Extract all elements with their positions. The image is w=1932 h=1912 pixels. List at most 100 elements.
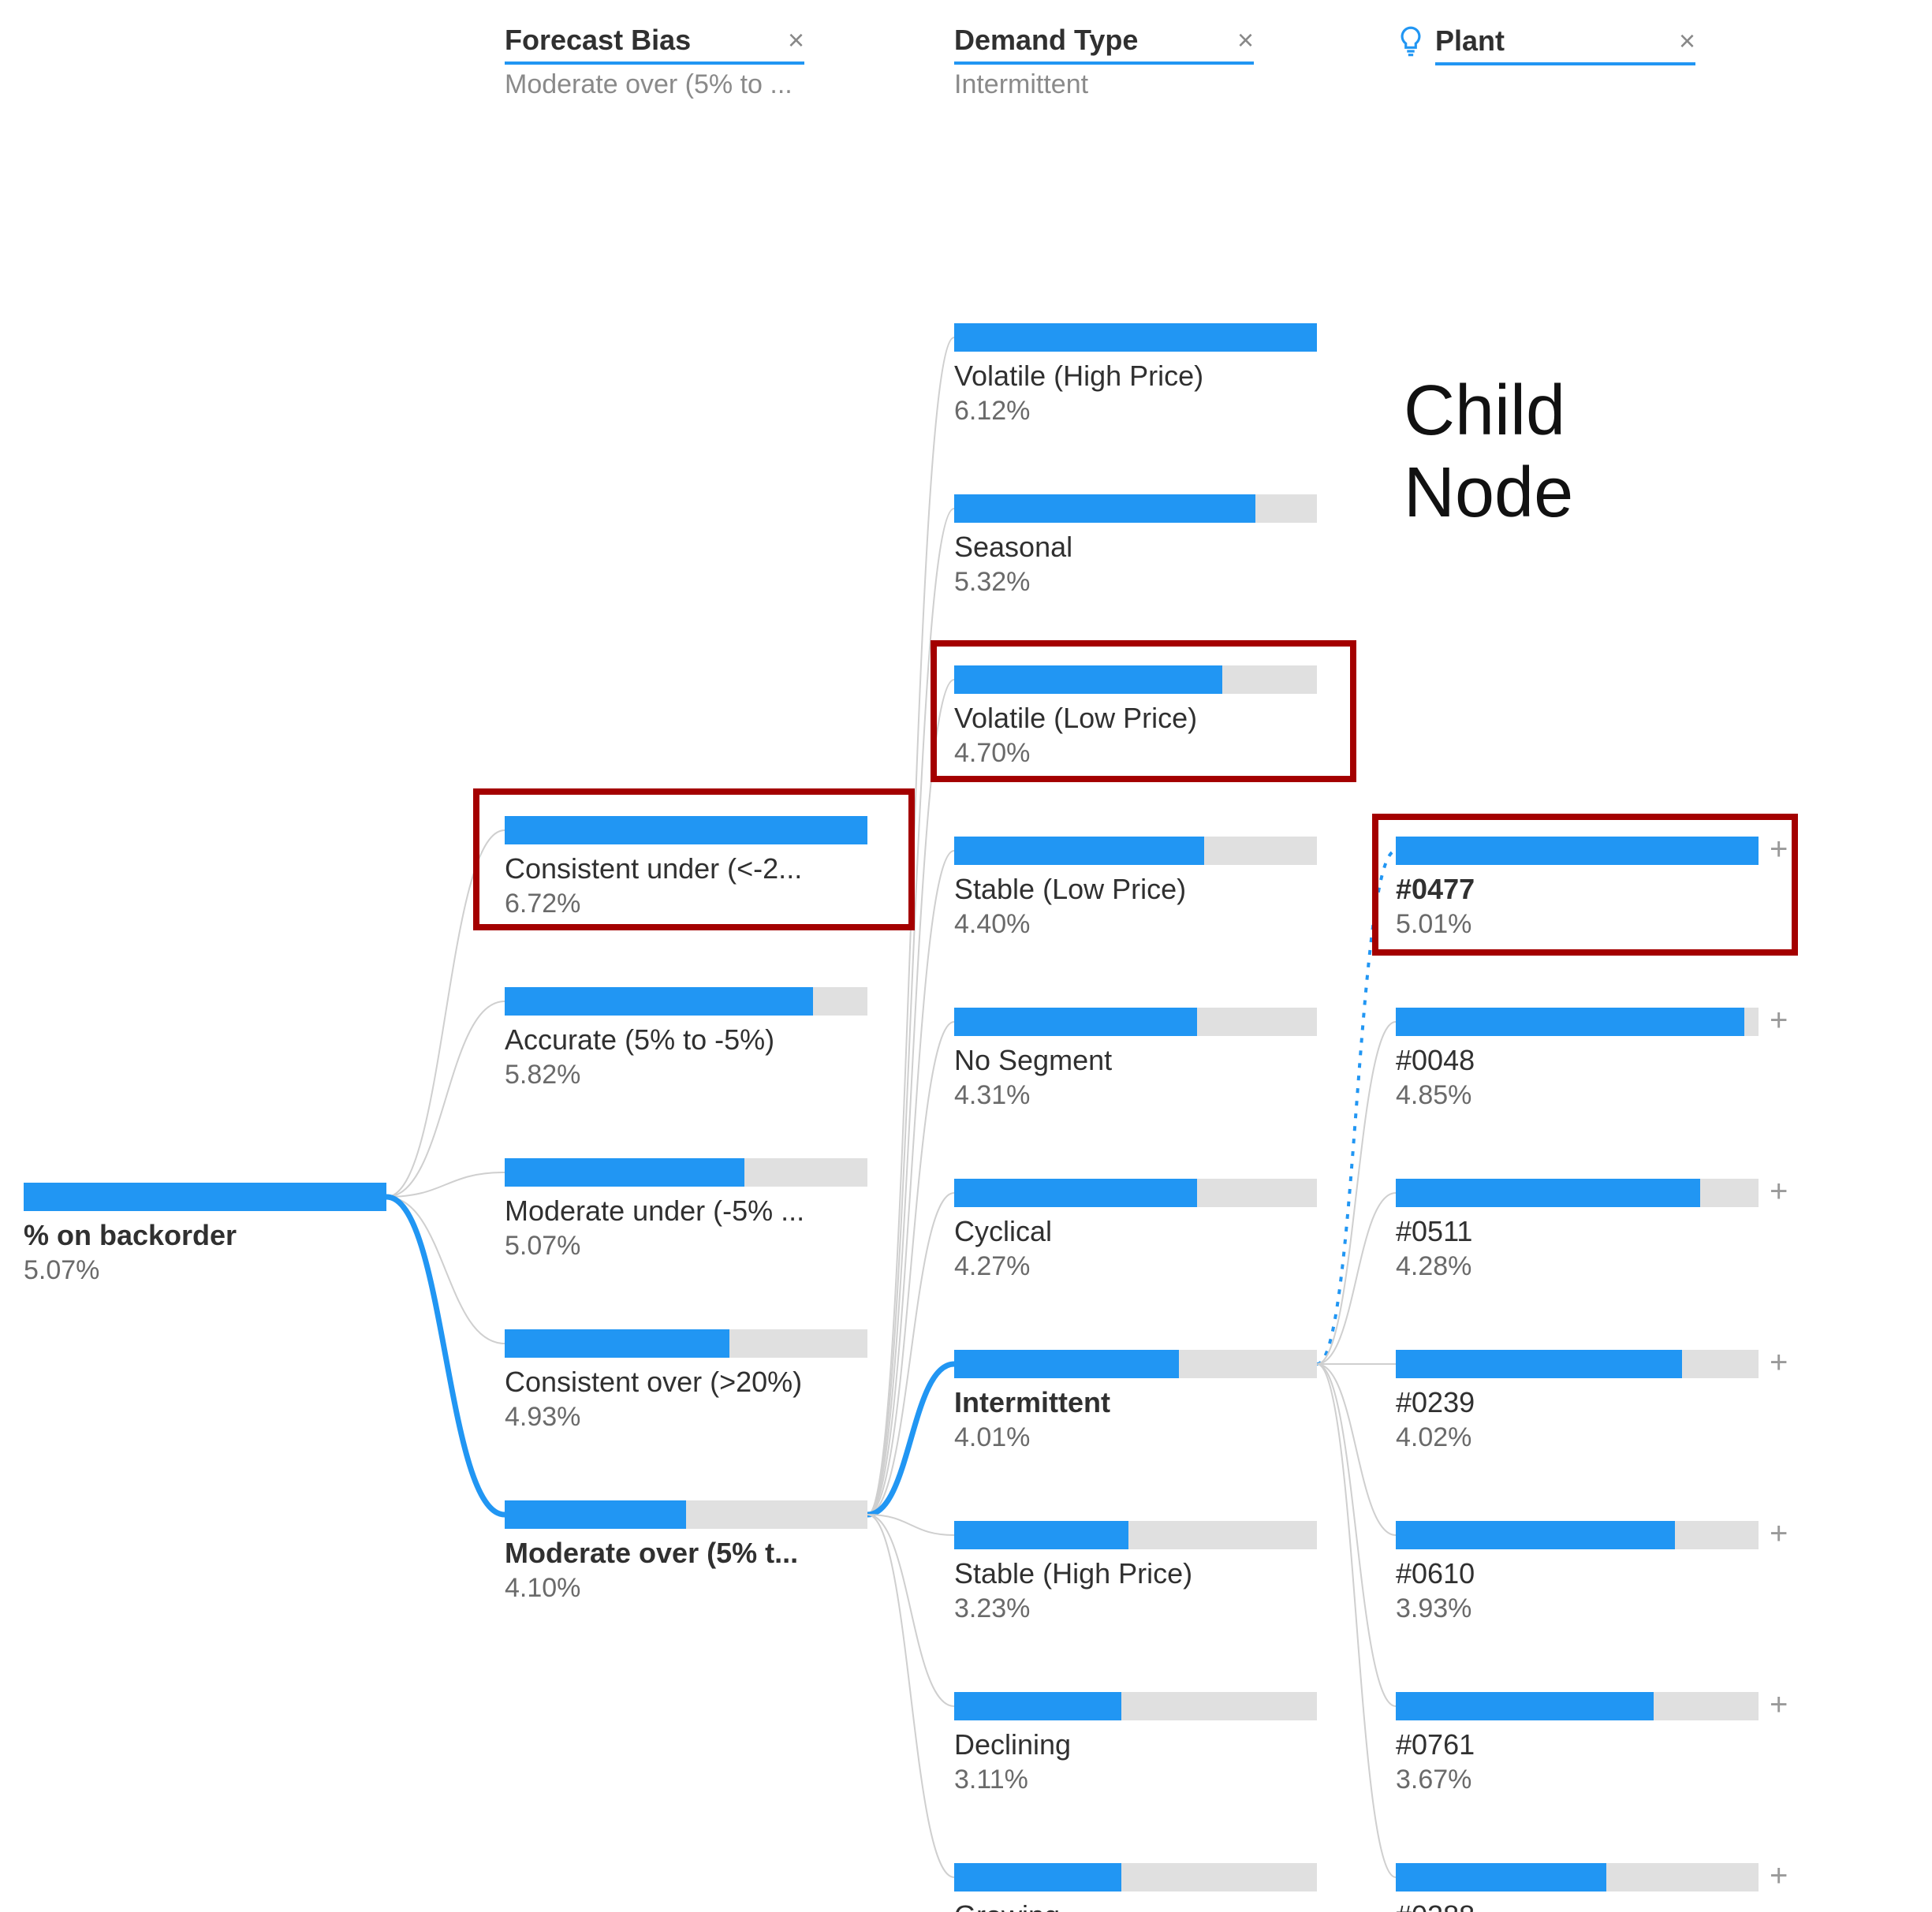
close-icon[interactable]: × (788, 26, 804, 54)
expand-icon[interactable]: + (1770, 1004, 1788, 1036)
node-bar (954, 665, 1317, 694)
node-bar-fill (505, 987, 813, 1016)
node-bar-fill (954, 323, 1317, 352)
node-value: 4.85% (1396, 1080, 1759, 1111)
node-label: Seasonal (954, 531, 1317, 564)
node-value: 3.23% (954, 1593, 1317, 1624)
tree-node[interactable]: Intermittent4.01% (954, 1350, 1317, 1453)
connector-line (867, 851, 954, 1515)
column-header-demand_type: Demand Type × Intermittent (954, 24, 1254, 100)
connector-line (1317, 1022, 1396, 1364)
connector-line (867, 337, 954, 1515)
connector-line (867, 1022, 954, 1515)
node-label: #0239 (1396, 1386, 1759, 1419)
node-bar (505, 1158, 867, 1187)
node-label: Growing (954, 1899, 1317, 1912)
tree-node[interactable]: Stable (High Price)3.23% (954, 1521, 1317, 1624)
tree-node[interactable]: Accurate (5% to -5%)5.82% (505, 987, 867, 1090)
node-bar (954, 1521, 1317, 1549)
node-bar (1396, 1863, 1759, 1892)
node-value: 4.40% (954, 909, 1317, 940)
tree-node[interactable]: Consistent over (>20%)4.93% (505, 1329, 867, 1433)
lightbulb-icon (1396, 25, 1426, 65)
node-bar-fill (954, 665, 1222, 694)
node-label: #0511 (1396, 1215, 1759, 1248)
tree-node[interactable]: #06103.93% (1396, 1521, 1759, 1624)
connector-line (867, 680, 954, 1515)
tree-node[interactable]: % on backorder5.07% (24, 1183, 386, 1286)
node-bar-fill (1396, 1692, 1654, 1720)
node-value: 5.82% (505, 1060, 867, 1090)
tree-node[interactable]: #02394.02% (1396, 1350, 1759, 1453)
tree-node[interactable]: Growing3.08% (954, 1863, 1317, 1912)
expand-icon[interactable]: + (1770, 1860, 1788, 1892)
node-label: #0477 (1396, 873, 1759, 906)
node-bar-fill (505, 1500, 686, 1529)
node-label: Volatile (Low Price) (954, 702, 1317, 735)
node-bar-fill (505, 1158, 744, 1187)
node-label: #0610 (1396, 1557, 1759, 1590)
tree-node[interactable]: Moderate over (5% t...4.10% (505, 1500, 867, 1604)
node-bar (954, 323, 1317, 352)
node-label: Accurate (5% to -5%) (505, 1023, 867, 1057)
tree-node[interactable]: Seasonal5.32% (954, 494, 1317, 598)
tree-node[interactable]: Stable (Low Price)4.40% (954, 837, 1317, 940)
node-bar-fill (24, 1183, 386, 1211)
node-value: 4.27% (954, 1251, 1317, 1282)
column-title: Plant (1435, 24, 1505, 58)
node-label: #0761 (1396, 1728, 1759, 1761)
tree-node[interactable]: No Segment4.31% (954, 1008, 1317, 1111)
expand-icon[interactable]: + (1770, 1347, 1788, 1378)
tree-node[interactable]: #04775.01% (1396, 837, 1759, 940)
tree-node[interactable]: Declining3.11% (954, 1692, 1317, 1795)
node-bar-fill (1396, 1350, 1682, 1378)
tree-node[interactable]: #02883.00% (1396, 1863, 1759, 1912)
node-bar-fill (954, 837, 1204, 865)
node-value: 5.07% (24, 1255, 386, 1286)
node-bar (954, 1008, 1317, 1036)
node-label: Intermittent (954, 1386, 1317, 1419)
annotation-line: Node (1404, 453, 1573, 535)
tree-node[interactable]: Volatile (Low Price)4.70% (954, 665, 1317, 769)
node-bar (24, 1183, 386, 1211)
node-bar-fill (954, 1008, 1197, 1036)
node-value: 4.31% (954, 1080, 1317, 1111)
node-bar (954, 1692, 1317, 1720)
close-icon[interactable]: × (1679, 27, 1695, 55)
column-subtitle: Intermittent (954, 69, 1254, 100)
tree-node[interactable]: Consistent under (<-2...6.72% (505, 816, 867, 919)
tree-node[interactable]: #05114.28% (1396, 1179, 1759, 1282)
header-underline (1435, 62, 1695, 65)
annotation-line: Child (1404, 371, 1573, 453)
node-value: 3.67% (1396, 1765, 1759, 1795)
node-value: 5.01% (1396, 909, 1759, 940)
tree-node[interactable]: Cyclical4.27% (954, 1179, 1317, 1282)
node-value: 4.01% (954, 1422, 1317, 1453)
node-bar (954, 494, 1317, 523)
connector-line (386, 1197, 505, 1344)
expand-icon[interactable]: + (1770, 1689, 1788, 1720)
header-underline (505, 61, 804, 65)
tree-node[interactable]: Volatile (High Price)6.12% (954, 323, 1317, 427)
node-label: No Segment (954, 1044, 1317, 1077)
node-bar-fill (1396, 1521, 1675, 1549)
column-title: Demand Type (954, 24, 1138, 57)
expand-icon[interactable]: + (1770, 1518, 1788, 1549)
node-value: 5.07% (505, 1231, 867, 1262)
header-underline (954, 61, 1254, 65)
expand-icon[interactable]: + (1770, 833, 1788, 865)
connector-line (386, 1001, 505, 1197)
connector-line (867, 509, 954, 1515)
tree-node[interactable]: #00484.85% (1396, 1008, 1759, 1111)
tree-node[interactable]: #0761 3.67% (1396, 1692, 1759, 1795)
node-value: 4.70% (954, 738, 1317, 769)
node-value: 6.12% (954, 396, 1317, 427)
node-bar-fill (954, 1521, 1128, 1549)
close-icon[interactable]: × (1237, 26, 1254, 54)
expand-icon[interactable]: + (1770, 1176, 1788, 1207)
node-label: Stable (Low Price) (954, 873, 1317, 906)
column-title: Forecast Bias (505, 24, 691, 57)
node-value: 3.11% (954, 1765, 1317, 1795)
tree-node[interactable]: Moderate under (-5% ...5.07% (505, 1158, 867, 1262)
node-label: Consistent over (>20%) (505, 1366, 867, 1399)
